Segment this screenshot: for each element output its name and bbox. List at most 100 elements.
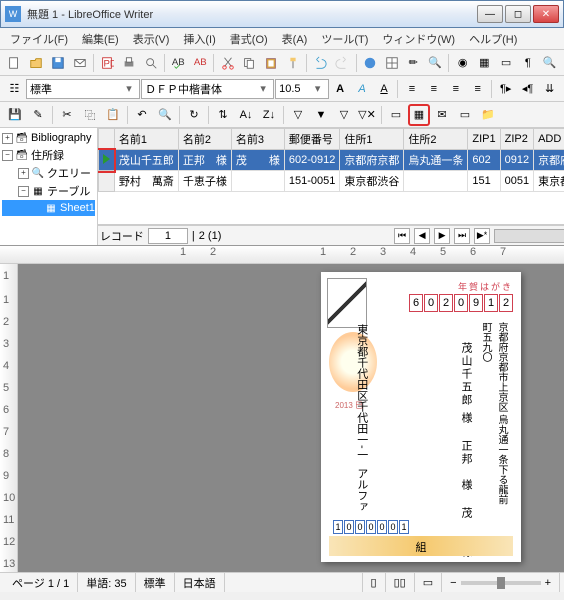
expand-icon[interactable]: + — [18, 168, 29, 179]
postcard-page[interactable]: 年賀はがき 6 0 2 0 9 1 2 京都府京都市上京区 烏丸通一条下る龍前町… — [321, 272, 521, 562]
col-addr2[interactable]: 住所2 — [404, 129, 468, 150]
menu-insert[interactable]: 挿入(I) — [177, 29, 221, 49]
navigator-icon[interactable]: ◉ — [452, 52, 473, 74]
align-right-icon[interactable]: ≡ — [445, 78, 466, 100]
paste2-icon[interactable]: 📋 — [102, 104, 124, 126]
data-grid[interactable]: 名前1 名前2 名前3 郵便番号 住所1 住所2 ZIP1 ZIP2 ADD 茂… — [98, 128, 564, 225]
cell[interactable]: 茂山千五郎 — [114, 150, 178, 171]
zoom-control[interactable]: − + — [442, 573, 560, 592]
view-single-icon[interactable]: ▯ — [363, 573, 386, 592]
tree-query[interactable]: クエリー — [47, 165, 91, 181]
last-record-icon[interactable]: ⏭ — [454, 228, 470, 244]
status-words[interactable]: 単語: 35 — [78, 573, 135, 592]
cell[interactable]: 151-0051 — [284, 171, 340, 192]
sort-asc-icon[interactable]: A↓ — [235, 104, 257, 126]
bold-icon[interactable]: A — [330, 78, 351, 100]
tree-bibliography[interactable]: Bibliography — [31, 132, 92, 144]
row-header-corner[interactable] — [98, 129, 114, 150]
data-to-fields-icon[interactable]: ▦ — [408, 104, 430, 126]
next-record-icon[interactable]: ▶ — [434, 228, 450, 244]
view-book-icon[interactable]: ▭ — [415, 573, 442, 592]
remove-filter-icon[interactable]: ▽✕ — [356, 104, 378, 126]
record-number-input[interactable] — [148, 228, 188, 244]
datasources-icon[interactable]: ▭ — [496, 52, 517, 74]
sort-desc-icon[interactable]: Z↓ — [258, 104, 280, 126]
tree-addressbook[interactable]: 住所録 — [31, 147, 64, 163]
cell[interactable]: 京都府京都 — [340, 150, 404, 171]
menu-help[interactable]: ヘルプ(H) — [463, 29, 523, 49]
row-selector-current[interactable] — [98, 150, 114, 171]
copy-icon[interactable] — [239, 52, 260, 74]
hyperlink-icon[interactable] — [359, 52, 380, 74]
zoom-out-icon[interactable]: − — [450, 577, 456, 589]
cell[interactable]: 602 — [468, 150, 500, 171]
cell[interactable]: 東京都 — [534, 171, 564, 192]
cell[interactable]: 0912 — [500, 150, 533, 171]
cell[interactable]: 151 — [468, 171, 500, 192]
document-canvas[interactable]: 年賀はがき 6 0 2 0 9 1 2 京都府京都市上京区 烏丸通一条下る龍前町… — [18, 264, 564, 572]
italic-icon[interactable]: A — [352, 78, 373, 100]
mailmerge-icon[interactable]: ✉ — [431, 104, 453, 126]
cell[interactable]: 0051 — [500, 171, 533, 192]
cell[interactable]: 東京都渋谷 — [340, 171, 404, 192]
gallery-icon[interactable]: ▦ — [474, 52, 495, 74]
minimize-button[interactable]: — — [477, 5, 503, 23]
status-language[interactable]: 日本語 — [175, 573, 225, 592]
print-icon[interactable] — [119, 52, 140, 74]
cell[interactable]: 千恵子様 — [178, 171, 231, 192]
menu-edit[interactable]: 編集(E) — [76, 29, 125, 49]
collapse-icon[interactable]: − — [2, 150, 13, 161]
status-insert-mode[interactable] — [346, 573, 363, 592]
cell[interactable]: 602-0912 — [284, 150, 340, 171]
refresh-icon[interactable]: ↻ — [183, 104, 205, 126]
table-row[interactable]: 野村 萬斎 千恵子様 151-0051 東京都渋谷 151 0051 東京都 — [98, 171, 564, 192]
find-icon[interactable]: 🔍 — [425, 52, 446, 74]
col-addr1[interactable]: 住所1 — [340, 129, 404, 150]
tree-sheet1[interactable]: Sheet1 — [60, 202, 95, 214]
save-record-icon[interactable]: 💾 — [4, 104, 26, 126]
col-add[interactable]: ADD — [534, 129, 564, 150]
format-paintbrush-icon[interactable] — [282, 52, 303, 74]
maximize-button[interactable]: ◻ — [505, 5, 531, 23]
col-zip1[interactable]: ZIP1 — [468, 129, 500, 150]
cut-icon[interactable] — [217, 52, 238, 74]
email-icon[interactable] — [69, 52, 90, 74]
menu-file[interactable]: ファイル(F) — [4, 29, 74, 49]
undo2-icon[interactable]: ↶ — [131, 104, 153, 126]
font-name-combo[interactable]: ＤＦＰ中楷書体▾ — [141, 79, 274, 99]
apply-filter-icon[interactable]: ▼ — [310, 104, 332, 126]
expand-icon[interactable]: + — [2, 133, 13, 144]
rtl-icon[interactable]: ◂¶ — [517, 78, 538, 100]
menu-window[interactable]: ウィンドウ(W) — [376, 29, 461, 49]
col-name2[interactable]: 名前2 — [178, 129, 231, 150]
redo-icon[interactable] — [332, 52, 353, 74]
horizontal-ruler[interactable]: 12 12 34 56 7 — [0, 246, 564, 264]
collapse-icon[interactable]: − — [18, 186, 29, 197]
col-name3[interactable]: 名前3 — [231, 129, 284, 150]
cell[interactable]: 烏丸通一条 — [404, 150, 468, 171]
col-zip[interactable]: 郵便番号 — [284, 129, 340, 150]
font-size-combo[interactable]: 10.5▾ — [275, 79, 328, 99]
menu-tools[interactable]: ツール(T) — [315, 29, 374, 49]
standard-filter-icon[interactable]: ▽ — [333, 104, 355, 126]
zoom-in-icon[interactable]: + — [545, 577, 551, 589]
ttb-icon[interactable]: ⇊ — [539, 78, 560, 100]
explorer-icon[interactable]: 📁 — [477, 104, 499, 126]
sort-icon[interactable]: ⇅ — [212, 104, 234, 126]
styles-icon[interactable]: ☷ — [4, 78, 25, 100]
new-record-icon[interactable]: ▶* — [474, 228, 490, 244]
zoom-icon[interactable]: 🔍 — [539, 52, 560, 74]
col-name1[interactable]: 名前1 — [114, 129, 178, 150]
view-multi-icon[interactable]: ▯▯ — [386, 573, 415, 592]
status-page[interactable]: ページ 1 / 1 — [4, 573, 78, 592]
underline-icon[interactable]: A — [374, 78, 395, 100]
menu-format[interactable]: 書式(O) — [224, 29, 274, 49]
current-doc-datasource-icon[interactable]: ▭ — [454, 104, 476, 126]
cell[interactable]: 正邦 様 — [178, 150, 231, 171]
tree-table[interactable]: テーブル — [47, 183, 90, 199]
data-to-text-icon[interactable]: ▭ — [385, 104, 407, 126]
spellcheck-icon[interactable]: ABC — [168, 52, 189, 74]
align-left-icon[interactable]: ≡ — [401, 78, 422, 100]
vertical-ruler[interactable]: 1 12 34 56 78 910 1112 13 — [0, 264, 18, 572]
datasource-tree[interactable]: +🗃Bibliography −🗃住所録 +🔍クエリー −▦テーブル ▦Shee… — [0, 128, 98, 245]
